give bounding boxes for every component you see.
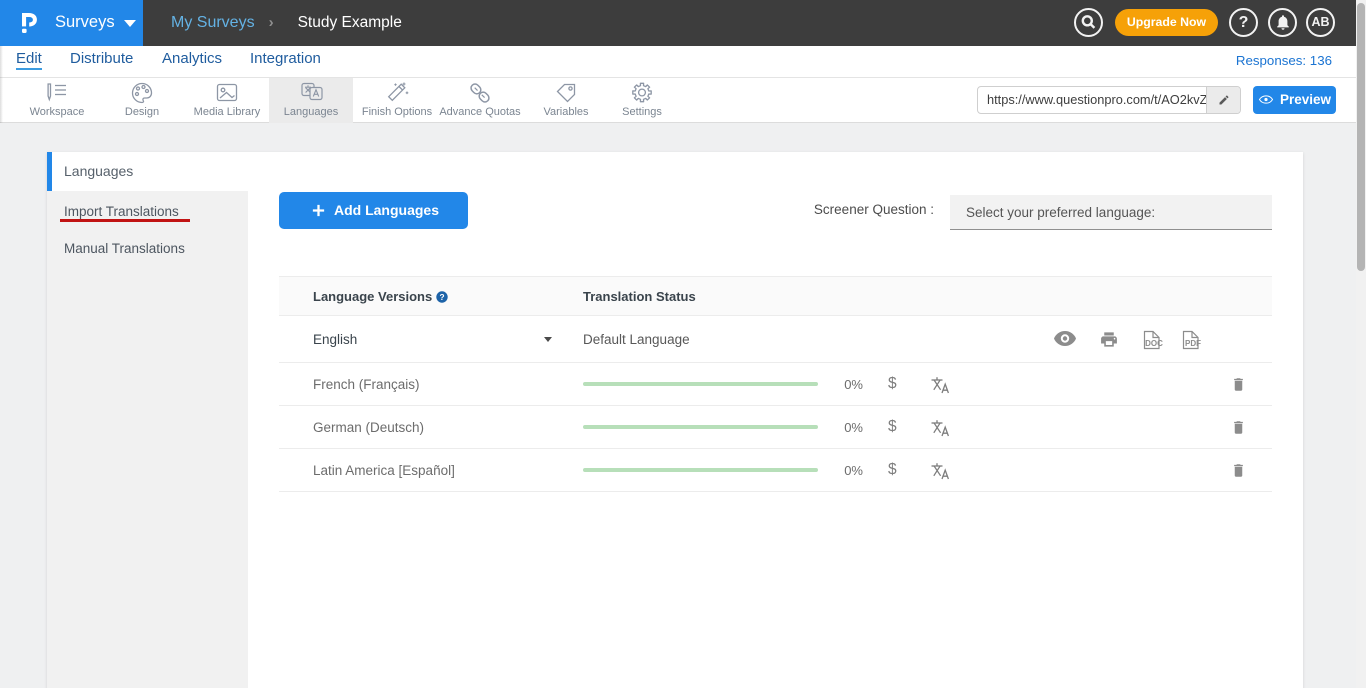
svg-text:PDF: PDF xyxy=(1185,339,1201,348)
svg-text:?: ? xyxy=(439,292,444,302)
svg-text:DOC: DOC xyxy=(1145,339,1163,348)
